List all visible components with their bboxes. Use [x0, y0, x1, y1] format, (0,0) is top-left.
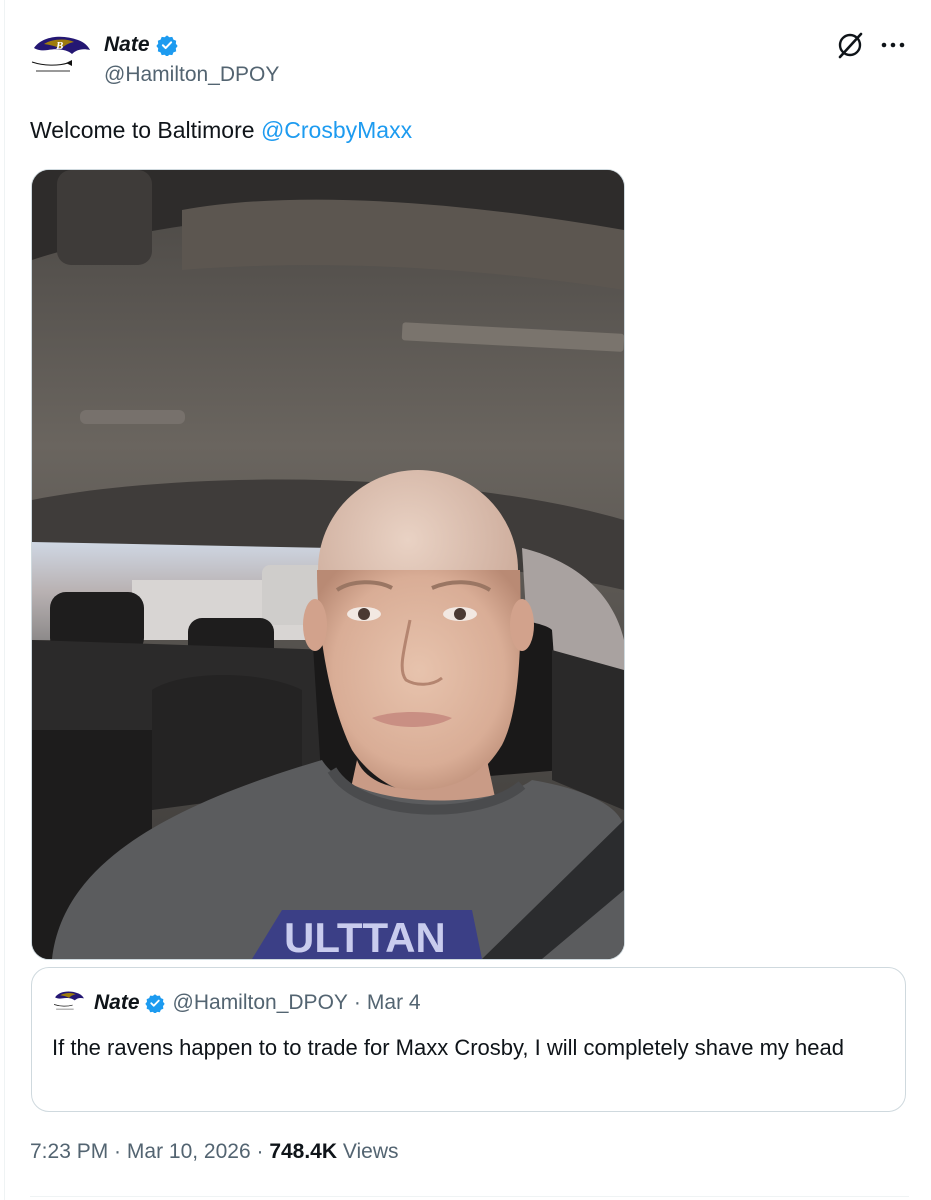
ravens-logo-icon: B	[28, 26, 94, 92]
views-label: Views	[337, 1140, 399, 1163]
verified-badge-icon	[155, 34, 178, 57]
more-horizontal-icon[interactable]	[878, 30, 908, 60]
grok-icon[interactable]	[835, 30, 865, 60]
mention-link[interactable]: @CrosbyMaxx	[261, 117, 412, 143]
quoted-author-name[interactable]: Nate	[94, 991, 140, 1015]
left-divider	[4, 0, 5, 1200]
author-name[interactable]: Nate	[104, 33, 150, 57]
tweet-page: B Nate @Hamilton_DPOY Welcome to Baltimo…	[0, 0, 931, 1200]
author-name-row[interactable]: Nate	[104, 30, 178, 60]
author-handle[interactable]: @Hamilton_DPOY	[104, 63, 279, 87]
quoted-author-handle[interactable]: @Hamilton_DPOY	[173, 991, 348, 1015]
footer-separator: ·	[250, 1140, 270, 1163]
tweet-date[interactable]: Mar 10, 2026	[127, 1140, 251, 1163]
quoted-tweet-date[interactable]: Mar 4	[367, 991, 421, 1015]
svg-text:B: B	[55, 40, 63, 52]
shirt-graphic-text: ULTTAN	[284, 914, 446, 959]
views-count[interactable]: 748.4K	[269, 1140, 337, 1163]
footer-separator: ·	[108, 1140, 127, 1163]
ravens-logo-icon	[52, 986, 86, 1020]
bottom-divider	[30, 1196, 909, 1197]
verified-badge-icon	[144, 993, 165, 1014]
tweet-footer: 7:23 PM · Mar 10, 2026 · 748.4K Views	[30, 1140, 399, 1164]
quoted-tweet-meta: Nate @Hamilton_DPOY · Mar 4	[94, 991, 421, 1015]
tweet-text-prefix: Welcome to Baltimore	[30, 117, 261, 143]
quoted-tweet-text: If the ravens happen to to trade for Max…	[52, 1035, 844, 1060]
tweet-text: Welcome to Baltimore @CrosbyMaxx	[30, 117, 412, 144]
author-avatar[interactable]: B	[28, 26, 94, 92]
tweet-photo[interactable]: ULTTAN	[31, 169, 625, 960]
quoted-tweet-card[interactable]: Nate @Hamilton_DPOY · Mar 4 If the raven…	[31, 967, 906, 1112]
tweet-time[interactable]: 7:23 PM	[30, 1140, 108, 1163]
meta-separator: ·	[353, 991, 361, 1014]
quoted-author-avatar[interactable]	[52, 986, 86, 1020]
